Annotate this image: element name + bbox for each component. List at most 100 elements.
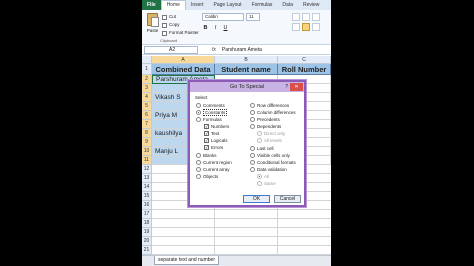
cut-button[interactable]: Cut xyxy=(162,13,199,21)
row-header[interactable]: 14 xyxy=(142,183,152,192)
row-header[interactable]: 8 xyxy=(142,129,152,138)
option-label: Data validation xyxy=(257,167,287,172)
align-left-icon[interactable] xyxy=(292,23,300,31)
option-label: Direct only xyxy=(264,131,286,136)
option-conditional-formats[interactable]: Conditional formats xyxy=(250,159,296,166)
tab-insert[interactable]: Insert xyxy=(186,0,209,10)
bold-button[interactable]: B xyxy=(202,24,209,32)
tab-home[interactable]: Home xyxy=(160,0,186,10)
row-header[interactable]: 15 xyxy=(142,192,152,201)
checkbox-text[interactable]: ✓ Text xyxy=(204,130,219,137)
align-right-icon[interactable] xyxy=(312,23,320,31)
align-center-icon[interactable] xyxy=(302,23,310,31)
scissors-icon xyxy=(162,14,167,20)
font-size-select[interactable]: 11 xyxy=(246,13,260,21)
radio-icon xyxy=(250,124,255,129)
checkbox-errors[interactable]: ✓ Errors xyxy=(204,144,223,151)
option-current-region[interactable]: Current region xyxy=(196,159,232,166)
option-precedents[interactable]: Precedents xyxy=(250,116,280,123)
option-same[interactable]: Same xyxy=(257,180,276,187)
option-current-array[interactable]: Current array xyxy=(196,166,230,173)
header-combined-data[interactable]: Combined Data xyxy=(152,64,215,75)
radio-icon xyxy=(196,103,201,108)
name-box[interactable]: A2 xyxy=(144,45,198,54)
radio-icon xyxy=(196,117,201,122)
sheet-tab-separate-text-and-number[interactable]: separate text and number xyxy=(154,256,219,265)
row-header[interactable]: 11 xyxy=(142,156,152,165)
tab-data[interactable]: Data xyxy=(277,0,298,10)
fx-icon[interactable]: fx xyxy=(212,47,216,53)
row-header[interactable]: 9 xyxy=(142,138,152,147)
row-header[interactable]: 21 xyxy=(142,246,152,255)
option-label: Conditional formats xyxy=(257,160,296,165)
close-button[interactable]: ✕ xyxy=(290,83,303,91)
column-header-a[interactable]: A xyxy=(152,56,215,64)
row-header[interactable]: 4 xyxy=(142,93,152,102)
column-header-b[interactable]: B xyxy=(215,56,278,64)
row-header[interactable]: 18 xyxy=(142,219,152,228)
select-all-corner[interactable] xyxy=(142,56,152,64)
checkbox-checked-icon: ✓ xyxy=(204,124,209,129)
row-header[interactable]: 16 xyxy=(142,201,152,210)
row-header[interactable]: 1 xyxy=(142,64,152,75)
option-all-levels[interactable]: All levels xyxy=(257,137,282,144)
tab-review[interactable]: Review xyxy=(298,0,324,10)
paste-button[interactable]: Paste xyxy=(145,12,160,38)
header-student-name[interactable]: Student name xyxy=(215,64,278,75)
option-last-cell[interactable]: Last cell xyxy=(250,145,274,152)
checkbox-numbers[interactable]: ✓ Numbers xyxy=(204,123,229,130)
row-header[interactable]: 3 xyxy=(142,84,152,93)
row-header[interactable]: 2 xyxy=(142,75,152,84)
checkbox-logicals[interactable]: ✓ Logicals xyxy=(204,137,228,144)
option-all[interactable]: All xyxy=(257,173,269,180)
row-header[interactable]: 20 xyxy=(142,237,152,246)
radio-disabled-selected-icon xyxy=(257,174,262,179)
tab-formulas[interactable]: Formulas xyxy=(247,0,278,10)
option-formulas[interactable]: Formulas xyxy=(196,116,222,123)
tab-file[interactable]: File xyxy=(142,0,161,10)
alignment-buttons xyxy=(292,13,320,31)
row-header[interactable]: 13 xyxy=(142,174,152,183)
header-roll-number[interactable]: Roll Number xyxy=(278,64,331,75)
select-label: Select xyxy=(195,95,208,100)
option-dependents[interactable]: Dependents xyxy=(250,123,281,130)
option-visible-cells-only[interactable]: Visible cells only xyxy=(250,152,290,159)
align-middle-icon[interactable] xyxy=(302,13,310,21)
option-blanks[interactable]: Blanks xyxy=(196,152,217,159)
underline-button[interactable]: U xyxy=(222,24,229,32)
copy-button[interactable]: Copy xyxy=(162,21,199,29)
column-header-c[interactable]: C xyxy=(278,56,331,64)
format-painter-button[interactable]: Format Painter xyxy=(162,29,199,37)
option-data-validation[interactable]: Data validation xyxy=(250,166,287,173)
italic-button[interactable]: I xyxy=(212,24,219,32)
radio-disabled-icon xyxy=(257,181,262,186)
option-direct-only[interactable]: Direct only xyxy=(257,130,285,137)
help-button[interactable]: ? xyxy=(285,82,288,92)
row-header[interactable]: 19 xyxy=(142,228,152,237)
tab-page-layout[interactable]: Page Layout xyxy=(208,0,246,10)
row-header[interactable]: 10 xyxy=(142,147,152,156)
row-header[interactable]: 17 xyxy=(142,210,152,219)
row-header[interactable]: 7 xyxy=(142,120,152,129)
align-top-icon[interactable] xyxy=(292,13,300,21)
option-row-differences[interactable]: Row differences xyxy=(250,102,289,109)
row-header[interactable]: 5 xyxy=(142,102,152,111)
sheet-tab-bar: separate text and number xyxy=(142,255,331,266)
cancel-button[interactable]: Cancel xyxy=(274,195,301,203)
option-objects[interactable]: Objects xyxy=(196,173,218,180)
option-column-differences[interactable]: Column differences xyxy=(250,109,296,116)
option-constants[interactable]: Constants xyxy=(196,109,228,116)
option-label: Numbers xyxy=(211,124,230,129)
paintbrush-icon xyxy=(162,30,167,36)
align-bottom-icon[interactable] xyxy=(312,13,320,21)
row-header[interactable]: 12 xyxy=(142,165,152,174)
option-comments[interactable]: Comments xyxy=(196,102,225,109)
font-name-select[interactable]: Calibri xyxy=(202,13,244,21)
ok-button[interactable]: OK xyxy=(243,195,270,203)
row-header[interactable]: 6 xyxy=(142,111,152,120)
radio-icon xyxy=(196,174,201,179)
option-label: Same xyxy=(264,181,276,186)
ribbon-tabs: File Home Insert Page Layout Formulas Da… xyxy=(142,0,331,10)
radio-icon xyxy=(196,160,201,165)
formula-input[interactable]: Parshuram Ameta xyxy=(222,47,262,53)
